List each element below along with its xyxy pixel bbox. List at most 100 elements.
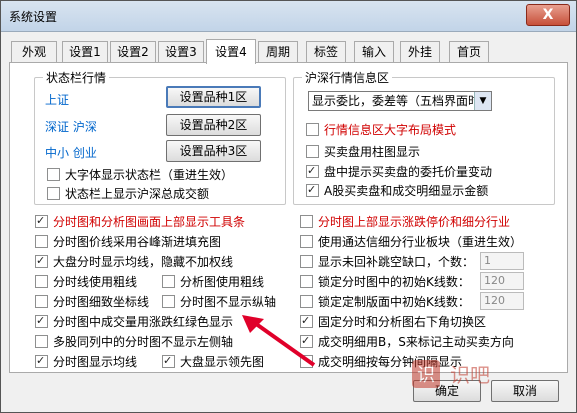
checkbox-box	[306, 182, 319, 198]
tab-plugins[interactable]: 外挂	[400, 41, 440, 62]
checkbox-label: 分时图价线采用谷峰渐进填充图	[53, 235, 222, 249]
group-title-status: 状态栏行情	[43, 69, 110, 86]
checkbox-label: 状态栏上显示沪深总成交额	[65, 187, 210, 201]
svg-text:识: 识	[417, 365, 435, 386]
hs-info-select[interactable]: 显示委比，委差等（五档界面时） ▼	[308, 91, 492, 111]
fine-grid-checkbox[interactable]: 分时图细致坐标线	[35, 294, 149, 310]
gap-count-checkbox[interactable]: 显示未回补跳空缺口，个数：	[300, 254, 474, 270]
checkbox-label: 分时图显示均线	[53, 355, 138, 369]
limit-price-industry-checkbox[interactable]: 分时图上部显示涨跌停价和细分行业	[300, 214, 510, 230]
checkbox-box	[35, 295, 48, 308]
settings4-panel: 状态栏行情 上证 设置品种1区 深证 沪深 设置品种2区 中小 创业 设置品种3…	[9, 62, 568, 373]
tab-labels[interactable]: 标签	[306, 41, 346, 62]
checkbox-box	[35, 335, 48, 348]
checkbox-label: 显示未回补跳空缺口，个数：	[318, 255, 475, 269]
tab-home[interactable]: 首页	[449, 41, 489, 62]
close-button[interactable]: X	[526, 4, 570, 26]
checkbox-label: 分时图不显示纵轴	[180, 295, 277, 309]
checkbox-box	[35, 213, 48, 229]
checkbox-box	[35, 353, 48, 369]
tab-settings4[interactable]: 设置4	[206, 39, 256, 64]
window-title: 系统设置	[9, 10, 58, 24]
index-avg-line-checkbox[interactable]: 大盘分时显示均线，隐藏不加权线	[35, 253, 234, 270]
checkbox-label: 使用通达信细分行业板块（重进生效）	[318, 235, 523, 249]
checkbox-box	[300, 235, 313, 248]
checkbox-box	[306, 163, 319, 179]
select-value: 显示委比，委差等（五档界面时）	[312, 94, 493, 108]
checkbox-label: 分时图中成交量用涨跌红绿色显示	[53, 315, 234, 329]
checkbox-box	[300, 215, 313, 228]
checkbox-box	[300, 255, 313, 268]
order-change-alert-checkbox[interactable]: 盘中提示买卖盘的委托价量变动	[306, 163, 493, 180]
checkbox-label: 行情信息区大字布局模式	[324, 123, 457, 137]
gradient-fill-checkbox[interactable]: 分时图价线采用谷峰渐进填充图	[35, 234, 221, 250]
set-zone1-button[interactable]: 设置品种1区	[166, 86, 261, 108]
tab-settings2[interactable]: 设置2	[110, 41, 156, 62]
set-zone3-button[interactable]: 设置品种3区	[166, 140, 261, 162]
checkbox-label: 分时线使用粗线	[53, 275, 138, 289]
tab-settings1[interactable]: 设置1	[62, 41, 108, 62]
checkbox-box	[162, 295, 175, 308]
checkbox-label: 多股同列中的分时图不显示左侧轴	[53, 335, 234, 349]
show-amount-checkbox[interactable]: A股买卖盘和成交明细显示金额	[306, 182, 489, 199]
checkbox-box	[306, 145, 319, 158]
checkbox-box	[47, 168, 60, 181]
checkbox-box	[35, 253, 48, 269]
bs-direction-checkbox[interactable]: 成交明细用B，S来标记主动买卖方向	[300, 333, 514, 350]
checkbox-label: 锁定定制版面中初始K线数：	[318, 295, 470, 309]
settings-window: 系统设置 X 外观 设置1 设置2 设置3 设置4 周期 标签 输入 外挂 首页…	[0, 0, 577, 413]
tab-appearance[interactable]: 外观	[11, 41, 57, 62]
analysis-thick-line-checkbox[interactable]: 分析图使用粗线	[162, 274, 264, 290]
large-font-status-checkbox[interactable]: 大字体显示状态栏（重进生效）	[47, 167, 233, 183]
checkbox-label: 分时图上部显示涨跌停价和细分行业	[318, 215, 511, 229]
bar-chart-orders-checkbox[interactable]: 买卖盘用柱图显示	[306, 144, 420, 160]
gap-count-input[interactable]: 1	[480, 252, 524, 270]
checkbox-label: 盘中提示买卖盘的委托价量变动	[324, 165, 493, 179]
checkbox-box	[35, 235, 48, 248]
checkbox-box	[306, 123, 319, 136]
watermark-logo-icon: 识 识吧	[412, 360, 490, 388]
status-row-label: 上证	[45, 93, 70, 107]
checkbox-label: 大字体显示状态栏（重进生效）	[65, 168, 234, 182]
large-layout-checkbox[interactable]: 行情信息区大字布局模式	[306, 122, 456, 138]
status-row-label: 深证 沪深	[45, 120, 97, 134]
checkbox-label: 分析图使用粗线	[180, 275, 265, 289]
hide-left-axis-checkbox[interactable]: 多股同列中的分时图不显示左侧轴	[35, 334, 233, 350]
lock-custom-k-checkbox[interactable]: 锁定定制版面中初始K线数：	[300, 294, 470, 310]
checkbox-label: 分时图和分析图画面上部显示工具条	[53, 215, 246, 229]
checkbox-box	[47, 187, 60, 200]
checkbox-label: 大盘分时显示均线，隐藏不加权线	[53, 255, 234, 269]
checkbox-box	[162, 353, 175, 369]
custom-k-count-input[interactable]: 120	[480, 292, 524, 310]
tdx-industry-checkbox[interactable]: 使用通达信细分行业板块（重进生效）	[300, 234, 522, 250]
checkbox-label: 买卖盘用柱图显示	[324, 145, 421, 159]
volume-color-checkbox[interactable]: 分时图中成交量用涨跌红绿色显示	[35, 313, 234, 330]
intraday-k-count-input[interactable]: 120	[480, 272, 524, 290]
checkbox-box	[35, 313, 48, 329]
toolbar-on-top-checkbox[interactable]: 分时图和分析图画面上部显示工具条	[35, 213, 246, 230]
set-zone2-button[interactable]: 设置品种2区	[166, 114, 261, 136]
status-row-label: 中小 创业	[45, 146, 97, 160]
title-bar: 系统设置 X	[1, 1, 576, 32]
tab-period[interactable]: 周期	[258, 41, 298, 62]
annotation-arrow-icon	[242, 315, 316, 367]
tab-input[interactable]: 输入	[354, 41, 394, 62]
checkbox-box	[300, 275, 313, 288]
checkbox-label: 成交明细用B，S来标记主动买卖方向	[318, 335, 514, 349]
group-title-hs: 沪深行情信息区	[302, 69, 393, 86]
intraday-thick-line-checkbox[interactable]: 分时线使用粗线	[35, 274, 137, 290]
checkbox-label: 分时图细致坐标线	[53, 295, 150, 309]
intraday-avg-line-checkbox[interactable]: 分时图显示均线	[35, 353, 138, 370]
tab-settings3[interactable]: 设置3	[158, 41, 204, 62]
checkbox-label: 固定分时和分析图右下角切换区	[318, 315, 487, 329]
checkbox-box	[162, 275, 175, 288]
hide-vertical-axis-checkbox[interactable]: 分时图不显示纵轴	[162, 294, 276, 310]
lock-intraday-k-checkbox[interactable]: 锁定分时图中的初始K线数：	[300, 274, 470, 290]
total-turnover-checkbox[interactable]: 状态栏上显示沪深总成交额	[47, 186, 209, 202]
fixed-switch-area-checkbox[interactable]: 固定分时和分析图右下角切换区	[300, 313, 487, 330]
checkbox-label: A股买卖盘和成交明细显示金额	[324, 184, 489, 198]
chevron-down-icon: ▼	[474, 92, 491, 110]
svg-text:识吧: 识吧	[450, 363, 490, 387]
checkbox-label: 锁定分时图中的初始K线数：	[318, 275, 470, 289]
hs-quote-group: 沪深行情信息区 显示委比，委差等（五档界面时） ▼ 行情信息区大字布局模式 买卖…	[293, 69, 555, 205]
